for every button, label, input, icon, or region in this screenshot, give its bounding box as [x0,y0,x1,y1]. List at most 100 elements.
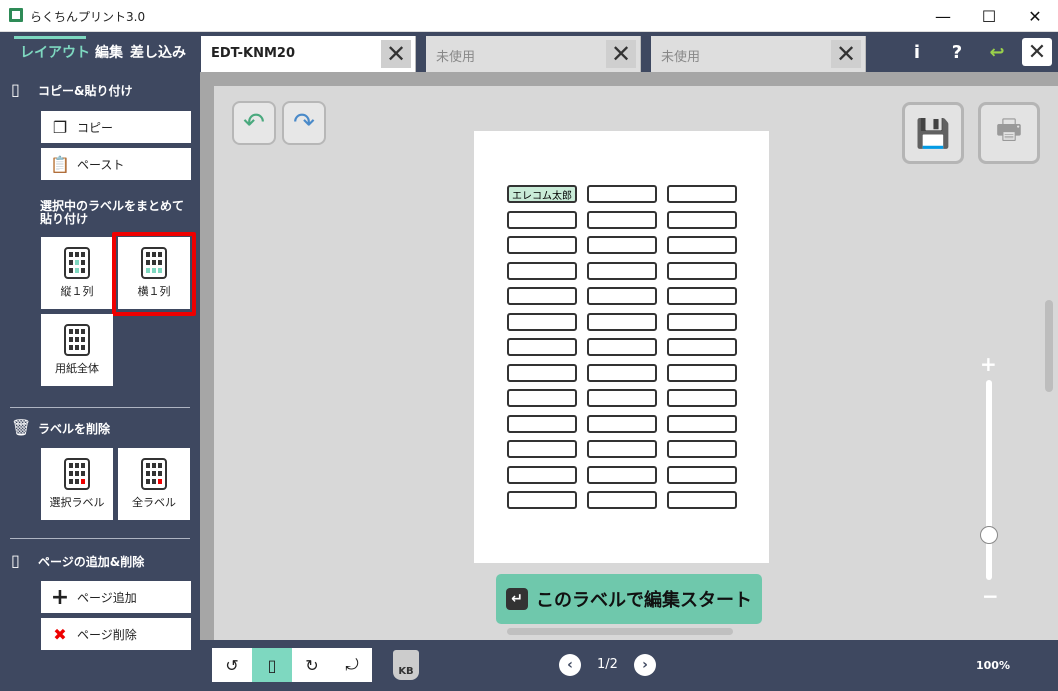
undo-icon[interactable]: ↶ [232,101,276,145]
label-cell[interactable] [667,363,737,382]
save-icon[interactable]: 💾 [902,102,964,164]
help-icon[interactable]: ? [942,38,972,66]
selected-label-cell[interactable]: エレコム太郎 [507,185,577,203]
window-close-button[interactable]: ✕ [1012,0,1058,32]
zoom-slider[interactable] [986,380,992,580]
label-cell[interactable] [587,363,657,382]
enter-icon: ↵ [506,588,528,610]
mode-layout-tab[interactable]: レイアウト [20,42,90,62]
delete-page-button[interactable]: ✖ ページ削除 [41,618,191,650]
delete-all-button[interactable]: 全ラベル [118,448,190,520]
label-cell[interactable] [587,287,657,305]
label-cell[interactable] [507,440,577,458]
label-cell[interactable] [587,414,657,433]
close-icon[interactable]: ✕ [381,40,411,68]
mode-merge-tab[interactable]: 差し込み [130,42,186,62]
doc-tab-1[interactable]: EDT-KNM20 ✕ [201,36,416,72]
close-icon[interactable]: ✕ [831,40,861,68]
label-cell[interactable] [587,210,657,229]
minimize-button[interactable]: — [920,0,966,32]
app-close-icon[interactable]: ✕ [1022,38,1052,66]
label-cell[interactable] [587,491,657,509]
doc-tab-label: EDT-KNM20 [211,46,296,61]
bulk-paste-title: 選択中のラベルをまとめて貼り付け [40,199,185,226]
label-cell[interactable] [667,312,737,331]
close-icon[interactable]: ✕ [606,40,636,68]
label-cell[interactable] [507,287,577,305]
label-cell[interactable] [507,261,577,280]
start-editing-button[interactable]: ↵ このラベルで編集スタート [496,574,762,624]
label-cell[interactable] [667,414,737,433]
zoom-out-icon[interactable]: − [982,584,999,608]
paste-all-button[interactable]: 用紙全体 [41,314,113,386]
mode-edit-tab[interactable]: 編集 [95,42,123,62]
delete-x-icon: ✖ [53,624,67,644]
label-cell[interactable] [667,287,737,305]
back-icon[interactable]: ↩ [982,38,1012,66]
doc-tab-2[interactable]: 未使用 ✕ [426,36,641,72]
prev-page-icon[interactable]: ‹ [559,654,581,676]
delete-section-title: ラベルを削除 [38,422,111,436]
label-cell[interactable] [507,363,577,382]
page-section-title: ページの追加&削除 [38,555,145,569]
maximize-button[interactable]: ☐ [966,0,1012,32]
label-cell[interactable] [667,338,737,356]
label-cell[interactable] [667,236,737,254]
label-cell[interactable] [587,440,657,458]
vertical-scrollbar[interactable] [1045,300,1053,392]
label-cell[interactable] [667,210,737,229]
label-grid-delete-icon [141,458,167,490]
label-cell[interactable] [587,465,657,484]
rotate-right-icon[interactable]: ↻ [292,648,332,682]
zoom-level[interactable]: 100% [976,659,1010,672]
horizontal-ruler [200,72,1058,86]
paste-column-label: 縦１列 [60,285,94,298]
label-cell[interactable] [507,414,577,433]
label-cell[interactable] [667,440,737,458]
label-cell[interactable] [587,185,657,203]
paste-column-button[interactable]: 縦１列 [41,237,113,309]
delete-selected-button[interactable]: 選択ラベル [41,448,113,520]
info-icon[interactable]: i [902,38,932,66]
label-cell[interactable] [587,338,657,356]
copy-button[interactable]: ❐ コピー [41,111,191,143]
print-icon[interactable]: 🖶 [978,102,1040,164]
redo-icon[interactable]: ↷ [282,101,326,145]
delete-selected-label: 選択ラベル [49,496,105,509]
label-cell[interactable] [507,491,577,509]
horizontal-scrollbar[interactable] [507,628,733,635]
label-cell[interactable] [587,261,657,280]
orientation-group: ↺ ▯ ↻ ⤾ [212,648,372,682]
label-cell[interactable] [667,389,737,407]
label-cell[interactable] [587,389,657,407]
copy-paste-section-icon: ▯ [11,80,20,99]
highlight-box [112,232,196,316]
label-cell[interactable] [507,312,577,331]
label-cell[interactable] [507,338,577,356]
label-cell[interactable] [667,465,737,484]
window-title: らくちんプリント3.0 [30,10,146,24]
label-cell[interactable] [587,236,657,254]
label-cell[interactable] [667,261,737,280]
zoom-in-icon[interactable]: + [980,352,997,376]
paste-button[interactable]: 📋 ペースト [41,148,191,180]
label-cell[interactable] [507,236,577,254]
label-cell[interactable] [587,312,657,331]
portrait-icon[interactable]: ▯ [252,648,292,682]
rotate-left-icon[interactable]: ↺ [212,648,252,682]
label-grid-icon [64,324,90,356]
weight-kb-icon[interactable]: KB [393,650,419,680]
label-cell[interactable] [667,185,737,203]
page-indicator: 1/2 [597,657,618,672]
flip-icon[interactable]: ⤾ [332,648,372,682]
doc-tab-3[interactable]: 未使用 ✕ [651,36,866,72]
next-page-icon[interactable]: › [634,654,656,676]
label-cell[interactable] [507,210,577,229]
add-page-button[interactable]: + ページ追加 [41,581,191,613]
label-cell[interactable] [507,389,577,407]
label-cell[interactable] [667,491,737,509]
label-cell[interactable] [507,465,577,484]
copy-icon: ❐ [52,117,68,137]
zoom-slider-handle[interactable] [980,526,998,544]
add-page-label: ページ追加 [77,590,137,605]
